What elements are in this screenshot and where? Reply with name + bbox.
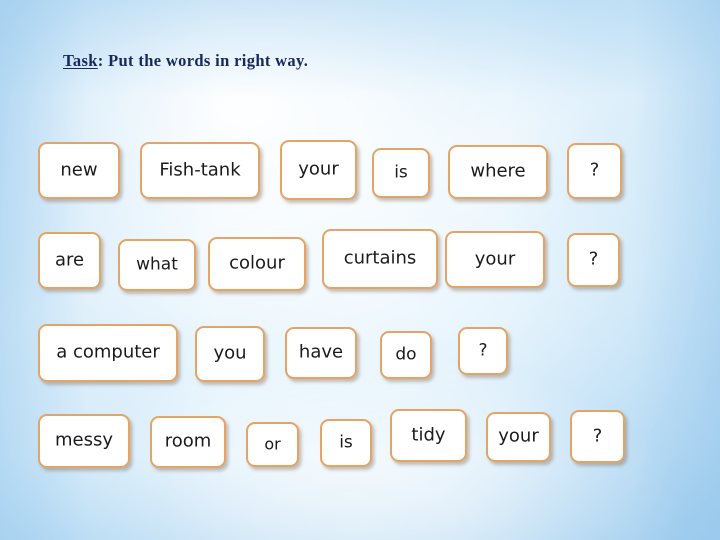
- word-card[interactable]: or: [246, 422, 299, 467]
- word-card-label: Fish-tank: [159, 159, 241, 180]
- word-card-label: do: [395, 344, 417, 364]
- word-card[interactable]: where: [448, 145, 548, 199]
- word-card[interactable]: messy: [38, 414, 130, 468]
- word-card[interactable]: Fish-tank: [140, 142, 260, 199]
- word-card[interactable]: ?: [458, 327, 508, 375]
- word-card[interactable]: a computer: [38, 324, 178, 382]
- word-card[interactable]: colour: [208, 237, 306, 291]
- word-card-label: your: [298, 158, 339, 180]
- word-card-label: is: [339, 432, 353, 452]
- task-title-keyword: Task: [63, 51, 98, 70]
- word-card-label: messy: [54, 429, 114, 451]
- word-card-label: what: [136, 254, 178, 274]
- word-card-label: room: [164, 430, 212, 452]
- word-card[interactable]: ?: [567, 143, 622, 199]
- word-card-label: tidy: [411, 424, 446, 445]
- word-card[interactable]: your: [445, 231, 545, 288]
- word-card-label: where: [470, 160, 526, 182]
- word-card-label: ?: [478, 340, 488, 360]
- word-card[interactable]: curtains: [322, 229, 438, 289]
- word-card-label: have: [298, 341, 344, 363]
- word-card[interactable]: room: [150, 416, 226, 468]
- task-title-rest: : Put the words in right way.: [97, 51, 309, 70]
- word-card[interactable]: ?: [570, 410, 625, 463]
- word-card[interactable]: your: [486, 412, 551, 462]
- word-card[interactable]: are: [38, 232, 101, 289]
- word-card[interactable]: is: [372, 148, 430, 198]
- word-card-label: are: [54, 249, 85, 270]
- word-card[interactable]: tidy: [390, 409, 467, 462]
- word-card[interactable]: new: [38, 142, 120, 199]
- word-card-label: or: [264, 434, 281, 453]
- word-card[interactable]: you: [195, 326, 265, 382]
- word-card-label: you: [213, 342, 247, 364]
- page-title: Task: Put the words in right way.: [63, 51, 308, 71]
- word-card[interactable]: do: [380, 331, 432, 379]
- word-card-label: is: [394, 162, 408, 182]
- word-card[interactable]: ?: [567, 233, 620, 287]
- word-card-label: ?: [589, 159, 600, 181]
- word-card[interactable]: have: [285, 327, 357, 379]
- word-card[interactable]: what: [118, 239, 196, 291]
- word-card[interactable]: is: [320, 419, 372, 467]
- word-card-label: your: [474, 248, 516, 269]
- word-card-label: curtains: [343, 247, 417, 269]
- word-card-label: ?: [592, 425, 603, 446]
- word-card-label: new: [60, 159, 98, 180]
- word-card-label: ?: [588, 248, 599, 270]
- word-card-label: a computer: [56, 341, 160, 363]
- word-card[interactable]: your: [280, 140, 357, 200]
- word-card-label: your: [498, 425, 539, 447]
- word-card-label: colour: [229, 252, 285, 274]
